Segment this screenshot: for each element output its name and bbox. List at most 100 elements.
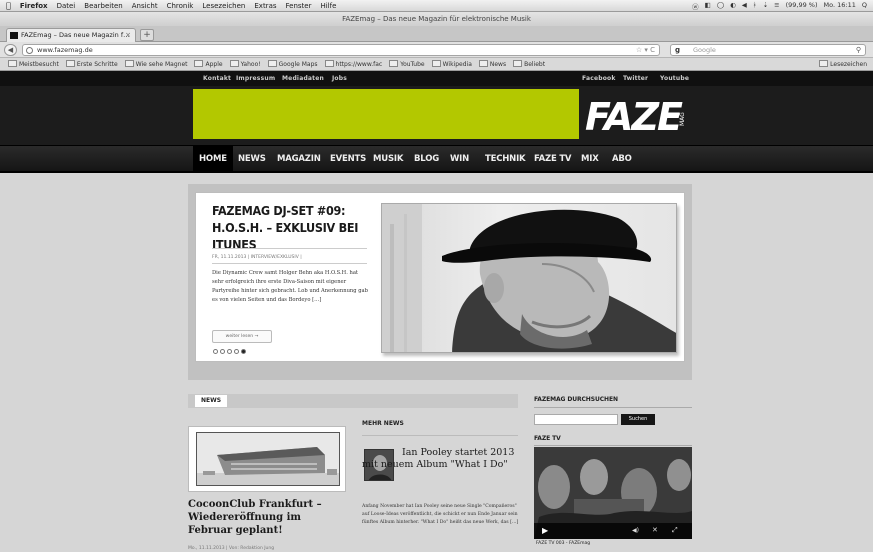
toplink-jobs[interactable]: Jobs: [332, 71, 347, 86]
nav-abo[interactable]: Abo: [612, 146, 632, 173]
site-search-input[interactable]: [534, 414, 618, 425]
slider-dot[interactable]: [234, 349, 239, 354]
web-content: Kontakt Impressum Mediadaten Jobs Facebo…: [0, 71, 873, 552]
battery-percent: (99,99 %): [785, 0, 818, 9]
news-card[interactable]: [188, 426, 346, 492]
toplink-kontakt[interactable]: Kontakt: [203, 71, 231, 86]
sidebar-search-heading: FAZEMAG DURCHSUCHEN: [534, 396, 618, 403]
news-section-bar: NEWS: [188, 394, 518, 408]
mac-menubar:  Firefox Datei Bearbeiten Ansicht Chron…: [0, 0, 873, 12]
bookmark-item[interactable]: Google Maps: [268, 60, 318, 68]
globe-icon: [26, 47, 33, 54]
bookmark-item[interactable]: Wikipedia: [432, 60, 472, 68]
toplink-facebook[interactable]: Facebook: [582, 71, 616, 86]
nav-faze-tv[interactable]: FAZE TV: [534, 146, 572, 173]
bookmark-item[interactable]: Erste Schritte: [66, 60, 118, 68]
divider: [534, 445, 692, 446]
more-news-title[interactable]: Ian Pooley startet 2013 mit neuem Album …: [362, 447, 522, 471]
volume-icon[interactable]: ◀): [632, 527, 639, 534]
featured-slider: FAZEMAG DJ-SET #09: H.O.S.H. – EXKLUSIV …: [188, 184, 692, 380]
slider-dot-active[interactable]: [241, 349, 246, 354]
slider-dot[interactable]: [227, 349, 232, 354]
nav-magazin[interactable]: Magazin: [277, 146, 321, 173]
status-icon-5[interactable]: ◀: [742, 1, 747, 11]
status-icon-4[interactable]: ◐: [730, 1, 736, 11]
fullscreen-icon[interactable]: ⤢: [672, 526, 678, 535]
status-area: ⓦ ◧ ◯ ◐ ◀ ᚼ ⇣ ≡ (99,99 %) Mo. 16:11 Q: [692, 1, 867, 11]
slider-dot[interactable]: [213, 349, 218, 354]
top-link-strip: Kontakt Impressum Mediadaten Jobs Facebo…: [0, 71, 873, 86]
bookmark-item[interactable]: Apple: [194, 60, 222, 68]
bookmark-item[interactable]: Yahoo!: [230, 60, 261, 68]
close-tab-icon[interactable]: ×: [125, 29, 131, 42]
status-icon-1[interactable]: ⓦ: [692, 1, 699, 11]
status-icon-2[interactable]: ◧: [705, 1, 711, 11]
portrait-photo: [382, 204, 676, 352]
bookmark-item[interactable]: News: [479, 60, 506, 68]
nav-events[interactable]: Events: [330, 146, 366, 173]
menu-extras[interactable]: Extras: [254, 2, 276, 10]
nav-home[interactable]: Home: [193, 146, 233, 173]
bookmark-star-icon[interactable]: ☆ ▾ C: [636, 45, 655, 56]
search-icon[interactable]: ⚲: [856, 45, 861, 56]
menu-hilfe[interactable]: Hilfe: [320, 2, 336, 10]
news-card-image[interactable]: [196, 432, 340, 486]
main-navigation: Home News Magazin Events Musik Blog Win …: [0, 146, 873, 173]
search-bar[interactable]: g Google ⚲: [670, 44, 866, 56]
menu-datei[interactable]: Datei: [57, 2, 76, 10]
bookmark-item[interactable]: YouTube: [389, 60, 424, 68]
faze-tv-video[interactable]: ▶ ◀) ✕ ⤢: [534, 447, 692, 539]
fazemag-logo[interactable]: FAZE MAG: [583, 92, 693, 138]
menu-lesezeichen[interactable]: Lesezeichen: [202, 2, 245, 10]
spotlight-icon[interactable]: Q: [862, 1, 867, 11]
menu-fenster[interactable]: Fenster: [286, 2, 312, 10]
url-text: www.fazemag.de: [37, 46, 93, 54]
menu-bearbeiten[interactable]: Bearbeiten: [84, 2, 122, 10]
read-more-button[interactable]: weiter lesen →: [212, 330, 272, 343]
settings-icon[interactable]: ✕: [652, 526, 658, 534]
toplink-twitter[interactable]: Twitter: [623, 71, 648, 86]
news-card-meta: Mo., 11.11.2013 | Von: Redaktion Jung: [188, 546, 275, 551]
wifi-icon[interactable]: ⇣: [763, 1, 768, 11]
menu-chronik[interactable]: Chronik: [167, 2, 194, 10]
slide-excerpt: Die Diynamic Crew samt Holger Behn aka H…: [212, 270, 368, 303]
tab-label: FAZEmag – Das neue Magazin f…: [21, 31, 130, 39]
clock[interactable]: Mo. 16:11: [824, 1, 856, 11]
apple-icon[interactable]: : [6, 1, 11, 10]
toplink-mediadaten[interactable]: Mediadaten: [282, 71, 324, 86]
bookmark-item[interactable]: https://www.fac: [325, 60, 383, 68]
battery-icon[interactable]: ≡: [774, 1, 779, 11]
bookmark-item[interactable]: Meistbesucht: [8, 60, 59, 68]
bookmark-item[interactable]: Wie sehe Magnet: [125, 60, 188, 68]
divider: [534, 407, 692, 408]
toplink-youtube[interactable]: Youtube: [660, 71, 689, 86]
nav-technik[interactable]: Technik: [485, 146, 526, 173]
ad-banner[interactable]: [193, 89, 579, 139]
slide-image[interactable]: [381, 203, 677, 353]
url-bar[interactable]: www.fazemag.de ☆ ▾ C: [22, 44, 660, 56]
play-icon[interactable]: ▶: [542, 526, 548, 535]
slide-title[interactable]: FAZEMAG DJ-SET #09: H.O.S.H. – EXKLUSIV …: [212, 202, 367, 253]
toplink-impressum[interactable]: Impressum: [236, 71, 275, 86]
back-button[interactable]: ◀: [4, 44, 17, 56]
tab-fazemag[interactable]: FAZEmag – Das neue Magazin f… ×: [6, 28, 136, 42]
video-caption[interactable]: FAZE TV 003 - FAZEmag: [536, 541, 590, 546]
google-icon: g: [675, 46, 681, 54]
site-search-button[interactable]: Suchen: [621, 414, 655, 425]
nav-mix[interactable]: Mix: [581, 146, 599, 173]
menu-firefox[interactable]: Firefox: [20, 2, 48, 10]
bookmarks-menu[interactable]: Lesezeichen: [819, 60, 867, 68]
slider-dot[interactable]: [220, 349, 225, 354]
bookmark-item[interactable]: Beliebt: [513, 60, 545, 68]
window-titlebar: FAZEmag – Das neue Magazin für elektroni…: [0, 12, 873, 26]
nav-win[interactable]: Win: [450, 146, 469, 173]
nav-musik[interactable]: Musik: [373, 146, 403, 173]
menu-ansicht[interactable]: Ansicht: [132, 2, 158, 10]
news-card-title[interactable]: CocoonClub Frankfurt – Wiedereröffnung i…: [188, 498, 348, 537]
site-header: FAZE MAG: [0, 86, 873, 146]
nav-news[interactable]: News: [238, 146, 266, 173]
nav-blog[interactable]: Blog: [414, 146, 439, 173]
new-tab-button[interactable]: +: [140, 29, 154, 41]
status-icon-3[interactable]: ◯: [717, 1, 724, 11]
bluetooth-icon[interactable]: ᚼ: [753, 1, 757, 11]
